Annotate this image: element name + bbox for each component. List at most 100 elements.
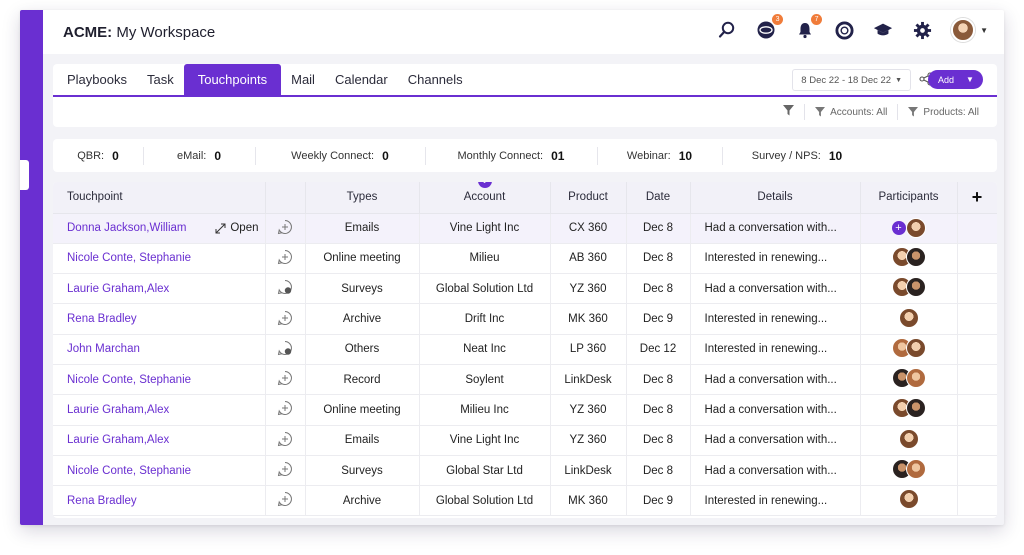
touchpoint-name[interactable]: Nicole Conte, Stephanie bbox=[67, 465, 191, 477]
touchpoint-cell[interactable]: Nicole Conte, Stephanie bbox=[53, 364, 266, 396]
comment-icon[interactable] bbox=[265, 213, 306, 244]
comment-icon[interactable] bbox=[265, 334, 306, 365]
participant-avatar[interactable] bbox=[905, 277, 926, 298]
filter-bar: Accounts: All Products: All bbox=[53, 97, 997, 127]
tab-touchpoints[interactable]: Touchpoints bbox=[183, 64, 282, 95]
touchpoint-name[interactable]: Rena Bradley bbox=[67, 313, 137, 325]
table-row[interactable]: John Marchan Others Neat Inc LP 360 Dec 12 In… bbox=[53, 334, 997, 365]
comment-icon[interactable] bbox=[265, 425, 306, 456]
tab-calendar[interactable]: Calendar bbox=[325, 64, 398, 95]
accounts-filter[interactable]: Accounts: All bbox=[815, 107, 887, 118]
expand-icon bbox=[215, 223, 226, 234]
touchpoint-cell[interactable]: Laurie Graham,Alex bbox=[53, 273, 266, 305]
sidebar-toggle[interactable] bbox=[20, 160, 29, 190]
details-cell[interactable]: Interested in renewing... bbox=[690, 485, 861, 517]
details-cell[interactable]: Interested in renewing... bbox=[690, 303, 861, 335]
touchpoint-cell[interactable]: John Marchan bbox=[53, 334, 266, 365]
participant-avatar[interactable] bbox=[905, 218, 926, 239]
details-cell[interactable]: Had a conversation with... bbox=[690, 425, 861, 456]
touchpoint-name[interactable]: Laurie Graham,Alex bbox=[67, 404, 169, 416]
touchpoint-cell[interactable]: Laurie Graham,Alex bbox=[53, 425, 266, 456]
comment-icon[interactable] bbox=[265, 485, 306, 517]
details-cell[interactable]: Had a conversation with... bbox=[690, 273, 861, 305]
participant-avatar[interactable] bbox=[905, 368, 926, 389]
tab-playbooks[interactable]: Playbooks bbox=[57, 64, 137, 95]
touchpoint-name[interactable]: Laurie Graham,Alex bbox=[67, 434, 169, 446]
touchpoint-cell[interactable]: Rena Bradley bbox=[53, 485, 266, 517]
comment-icon[interactable] bbox=[265, 273, 306, 305]
product-cell: YZ 360 bbox=[550, 425, 627, 456]
table-row[interactable]: Laurie Graham,Alex Surveys Global Solution… bbox=[53, 273, 997, 305]
touchpoint-name[interactable]: Laurie Graham,Alex bbox=[67, 283, 169, 295]
touchpoint-cell[interactable]: Nicole Conte, Stephanie bbox=[53, 455, 266, 487]
col-types[interactable]: Types bbox=[305, 182, 420, 214]
col-touchpoint[interactable]: Touchpoint bbox=[53, 182, 266, 214]
participants-cell bbox=[860, 303, 958, 335]
details-cell[interactable]: Interested in renewing... bbox=[690, 334, 861, 365]
participant-avatar[interactable] bbox=[905, 459, 926, 480]
details-cell[interactable]: Had a conversation with... bbox=[690, 213, 861, 244]
details-cell[interactable]: Had a conversation with... bbox=[690, 455, 861, 487]
touchpoint-cell[interactable]: Donna Jackson,William Open bbox=[53, 213, 266, 244]
touchpoint-name[interactable]: Nicole Conte, Stephanie bbox=[67, 252, 191, 264]
touchpoint-name[interactable]: Donna Jackson,William bbox=[67, 222, 187, 234]
participants-cell bbox=[860, 243, 958, 275]
col-product[interactable]: Product bbox=[550, 182, 627, 214]
search-icon[interactable] bbox=[717, 20, 737, 40]
tab-mail[interactable]: Mail bbox=[281, 64, 325, 95]
tab-channels[interactable]: Channels bbox=[398, 64, 473, 95]
participant-avatar[interactable] bbox=[898, 307, 919, 328]
comment-icon[interactable] bbox=[265, 303, 306, 335]
product-cell: MK 360 bbox=[550, 303, 627, 335]
col-account[interactable]: ⇕Account bbox=[419, 182, 551, 214]
participant-avatar[interactable] bbox=[898, 428, 919, 449]
date-range-select[interactable]: 8 Dec 22 - 18 Dec 22 ▼ bbox=[792, 69, 911, 91]
table-row[interactable]: Nicole Conte, Stephanie Record Soylent Link… bbox=[53, 364, 997, 396]
col-details[interactable]: Details bbox=[690, 182, 861, 214]
comment-icon[interactable] bbox=[265, 455, 306, 487]
table-row[interactable]: Nicole Conte, Stephanie Online meeting Mil… bbox=[53, 243, 997, 275]
add-participant-button[interactable]: + bbox=[891, 221, 906, 236]
touchpoint-cell[interactable]: Laurie Graham,Alex bbox=[53, 394, 266, 426]
table-row[interactable]: Donna Jackson,William Open Emails Vine Ligh… bbox=[53, 213, 997, 244]
chat-icon[interactable]: 3 bbox=[756, 14, 784, 40]
details-cell[interactable]: Had a conversation with... bbox=[690, 394, 861, 426]
bell-icon[interactable]: 7 bbox=[795, 14, 823, 40]
table-row[interactable]: Laurie Graham,Alex Emails Vine Light Inc YZ… bbox=[53, 425, 997, 456]
help-icon[interactable] bbox=[834, 20, 854, 40]
touchpoint-cell[interactable]: Rena Bradley bbox=[53, 303, 266, 335]
participant-avatar[interactable] bbox=[905, 337, 926, 358]
details-cell[interactable]: Had a conversation with... bbox=[690, 364, 861, 396]
touchpoint-name[interactable]: Nicole Conte, Stephanie bbox=[67, 374, 191, 386]
table-row[interactable]: Laurie Graham,Alex Online meeting Milieu I… bbox=[53, 394, 997, 426]
participant-avatar[interactable] bbox=[905, 246, 926, 267]
comment-icon[interactable] bbox=[265, 364, 306, 396]
user-avatar[interactable] bbox=[951, 18, 976, 42]
add-column-button[interactable]: + bbox=[957, 182, 997, 214]
touchpoint-name[interactable]: Rena Bradley bbox=[67, 495, 137, 507]
products-filter[interactable]: Products: All bbox=[908, 107, 979, 118]
chevron-down-icon[interactable]: ▼ bbox=[980, 26, 988, 35]
sort-icon[interactable]: ⇕ bbox=[477, 182, 492, 188]
col-date[interactable]: Date bbox=[626, 182, 691, 214]
add-button[interactable]: Add ▼ bbox=[928, 70, 983, 89]
participant-avatar[interactable] bbox=[898, 489, 919, 510]
open-link[interactable]: Open bbox=[215, 222, 259, 234]
table-row[interactable]: Rena Bradley Archive Drift Inc MK 360 Dec 9I… bbox=[53, 303, 997, 335]
comment-icon[interactable] bbox=[265, 243, 306, 275]
filter-icon[interactable] bbox=[783, 105, 795, 119]
empty-cell bbox=[957, 273, 997, 305]
tab-task[interactable]: Task bbox=[137, 64, 184, 95]
participant-avatar[interactable] bbox=[905, 398, 926, 419]
details-cell[interactable]: Interested in renewing... bbox=[690, 243, 861, 275]
col-participants[interactable]: Participants bbox=[860, 182, 958, 214]
date-cell: Dec 8 bbox=[626, 243, 691, 275]
account-cell: Neat Inc bbox=[419, 334, 551, 365]
comment-icon[interactable] bbox=[265, 394, 306, 426]
graduation-cap-icon[interactable] bbox=[873, 20, 893, 40]
touchpoint-name[interactable]: John Marchan bbox=[67, 343, 140, 355]
gear-icon[interactable] bbox=[912, 20, 932, 40]
table-row[interactable]: Nicole Conte, Stephanie Surveys Global Sta… bbox=[53, 455, 997, 487]
table-row[interactable]: Rena Bradley Archive Global Solution Ltd MK… bbox=[53, 485, 997, 517]
touchpoint-cell[interactable]: Nicole Conte, Stephanie bbox=[53, 243, 266, 275]
